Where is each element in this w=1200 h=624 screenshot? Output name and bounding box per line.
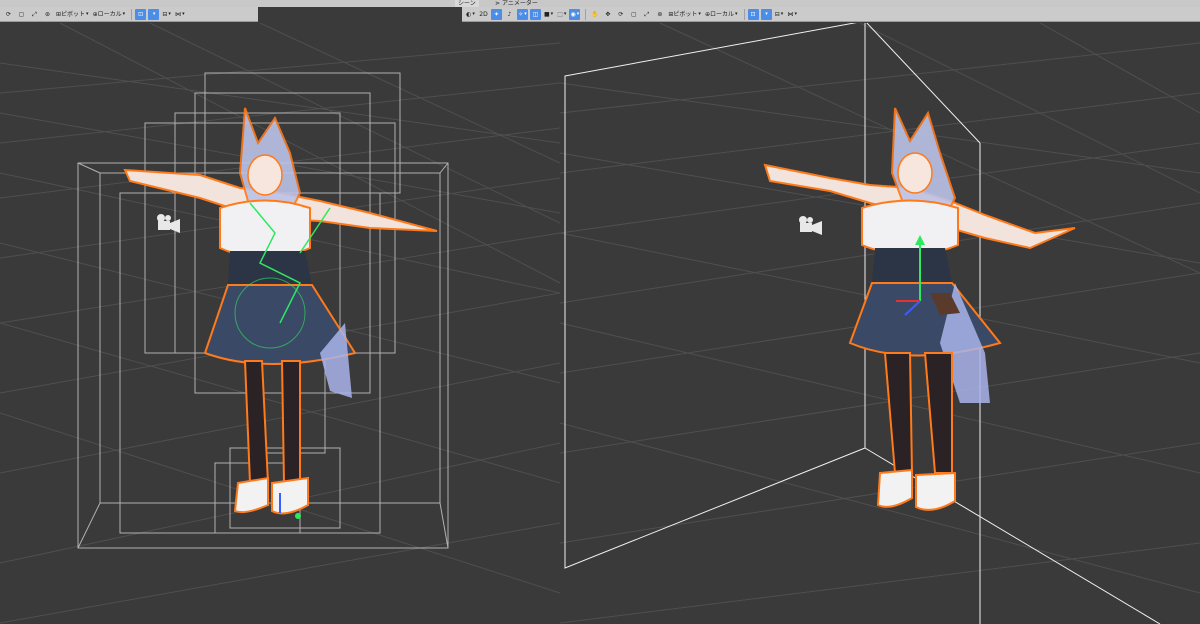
chevron-down-icon: ▾ bbox=[524, 10, 527, 17]
grid-snap-toggle[interactable]: ⊡ bbox=[135, 8, 147, 20]
chevron-down-icon: ▾ bbox=[182, 10, 185, 17]
chevron-down-icon: ▾ bbox=[168, 10, 171, 17]
layers-icon: ◫ bbox=[532, 10, 539, 18]
right-scene-toolbar: ◐ ▾ 2D ✦ ♪ ✧ ▾ ◫ ■ ▾ ⬚ ▾ ◉ ▾ ✋ ✥ ⟳ ▢ ⤢ ⊛ ⊞ ピボッ… bbox=[462, 7, 1200, 22]
chevron-down-icon: ▾ bbox=[734, 10, 738, 17]
transform-tool-button[interactable]: ⊛ bbox=[654, 9, 665, 20]
fx-toggle[interactable]: ✧ ▾ bbox=[517, 8, 528, 20]
grid-icon: ⊡ bbox=[750, 10, 756, 18]
chevron-down-icon: ▾ bbox=[122, 10, 126, 17]
grid-icon: ⊡ bbox=[138, 10, 144, 18]
chevron-down-icon: ▾ bbox=[86, 10, 89, 17]
move-tool-button[interactable]: ✥ bbox=[602, 9, 613, 20]
rotate-tool-button[interactable]: ⟳ bbox=[615, 9, 626, 20]
render-icon: ⬚ bbox=[557, 10, 563, 18]
transform-tool-icon[interactable]: ⊛ bbox=[42, 9, 53, 20]
hand-tool-button[interactable]: ✋ bbox=[589, 9, 600, 20]
light-icon: ✦ bbox=[493, 10, 500, 18]
gizmo-icon: ◉ bbox=[570, 10, 576, 18]
right-increment-snap-dropdown[interactable]: ⋈ ▾ bbox=[787, 9, 799, 20]
snap-icon: ⊟ bbox=[162, 10, 168, 18]
right-viewport-canvas[interactable] bbox=[560, 23, 1200, 624]
right-pivot-label: ピボット bbox=[673, 10, 698, 18]
right-scene-viewport[interactable] bbox=[560, 23, 1200, 624]
right-local-dropdown[interactable]: ⊕ ローカル ▾ bbox=[704, 9, 739, 20]
shading-icon: ◐ bbox=[466, 10, 472, 18]
scale-tool-icon[interactable]: ⤢ bbox=[29, 9, 40, 20]
rect-tool-button[interactable]: ▢ bbox=[628, 9, 639, 20]
tab-animator-label: アニメーター bbox=[501, 0, 538, 7]
rect-tool-icon[interactable]: ▢ bbox=[16, 9, 27, 20]
camera-icon: ■ bbox=[544, 10, 550, 18]
toolbar-separator bbox=[585, 8, 587, 20]
audio-toggle[interactable]: ♪ bbox=[504, 9, 515, 20]
right-pivot-dropdown[interactable]: ⊞ ピボット ▾ bbox=[667, 9, 702, 20]
avatar-model[interactable] bbox=[763, 107, 1076, 511]
scale-tool-icon: ⤢ bbox=[644, 10, 650, 18]
grid-snap-dropdown[interactable]: ▾ bbox=[148, 8, 160, 20]
toolbar-separator bbox=[743, 8, 745, 20]
left-scene-viewport[interactable] bbox=[0, 23, 560, 624]
snap-icon: ⊟ bbox=[774, 10, 780, 18]
snap-dropdown[interactable]: ⊟ ▾ bbox=[161, 9, 172, 20]
chevron-down-icon: ▾ bbox=[794, 10, 798, 17]
hidden-objects-toggle[interactable]: ◫ bbox=[530, 8, 541, 20]
gizmos-dropdown[interactable]: ◉ ▾ bbox=[569, 8, 581, 20]
chevron-down-icon: ▾ bbox=[152, 10, 156, 17]
left-viewport-canvas[interactable] bbox=[0, 23, 560, 624]
camera-gizmo-icon[interactable] bbox=[799, 216, 822, 235]
increment-icon: ⋈ bbox=[175, 10, 182, 18]
chevron-down-icon: ▾ bbox=[576, 10, 580, 17]
animator-icon: ⋗ bbox=[495, 0, 501, 7]
move-icon: ✥ bbox=[605, 10, 611, 18]
right-snap-dropdown[interactable]: ⊟ ▾ bbox=[774, 9, 785, 20]
avatar-model[interactable] bbox=[123, 107, 438, 519]
chevron-down-icon: ▾ bbox=[780, 10, 784, 17]
render-options-dropdown[interactable]: ⬚ ▾ bbox=[556, 9, 567, 20]
increment-icon: ⋈ bbox=[787, 10, 794, 18]
refresh-icon[interactable]: ⟳ bbox=[3, 9, 14, 20]
fx-icon: ✧ bbox=[518, 10, 524, 18]
audio-icon: ♪ bbox=[507, 10, 512, 18]
toolbar-separator bbox=[131, 8, 133, 20]
chevron-down-icon: ▾ bbox=[765, 10, 768, 17]
mode-2d-toggle[interactable]: 2D bbox=[478, 9, 489, 20]
right-grid-snap-dropdown[interactable]: ▾ bbox=[760, 8, 772, 20]
scale-tool-button[interactable]: ⤢ bbox=[641, 9, 652, 20]
shading-mode-dropdown[interactable]: ◐ ▾ bbox=[465, 9, 476, 20]
chevron-down-icon: ▾ bbox=[550, 10, 554, 17]
tab-animator[interactable]: ⋗ アニメーター bbox=[492, 0, 541, 7]
rotate-icon: ⟳ bbox=[618, 10, 624, 18]
rect-tool-icon: ▢ bbox=[631, 10, 637, 18]
hand-icon: ✋ bbox=[591, 10, 599, 18]
pivot-label: ピボット bbox=[61, 10, 86, 18]
local-dropdown[interactable]: ⊕ ローカル ▾ bbox=[92, 9, 127, 20]
right-grid-snap-toggle[interactable]: ⊡ bbox=[747, 8, 759, 20]
chevron-down-icon: ▾ bbox=[472, 10, 475, 17]
chevron-down-icon: ▾ bbox=[698, 10, 701, 17]
local-label: ローカル bbox=[97, 10, 122, 18]
chevron-down-icon: ▾ bbox=[563, 10, 567, 17]
increment-snap-dropdown[interactable]: ⋈ ▾ bbox=[174, 9, 186, 20]
left-scene-toolbar: ⟳ ▢ ⤢ ⊛ ⊞ ピボット ▾ ⊕ ローカル ▾ ⊡ ▾ ⊟ ▾ ⋈ ▾ bbox=[0, 7, 258, 22]
pivot-dropdown[interactable]: ⊞ ピボット ▾ bbox=[55, 9, 90, 20]
camera-dropdown[interactable]: ■ ▾ bbox=[543, 9, 554, 20]
transform-tool-icon: ⊛ bbox=[657, 10, 663, 18]
light-toggle[interactable]: ✦ bbox=[491, 8, 502, 20]
right-local-label: ローカル bbox=[709, 10, 734, 18]
tab-scene[interactable]: シーン bbox=[455, 0, 479, 7]
camera-gizmo-icon[interactable] bbox=[157, 214, 180, 233]
window-tab-strip: シーン ⋗ アニメーター bbox=[0, 0, 1200, 7]
